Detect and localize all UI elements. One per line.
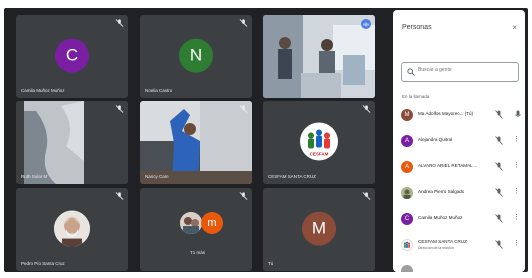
participant-tile[interactable]: CESFAM CESFAM SANTA CRUZ xyxy=(263,101,375,184)
mic-muted-icon[interactable] xyxy=(495,136,503,145)
mic-muted-icon xyxy=(239,105,248,113)
participant-name: CESFAM SANTA CRUZ xyxy=(418,239,467,244)
mic-muted-icon xyxy=(115,105,124,113)
participant-name: Camila Muñoz Muñoz xyxy=(21,88,65,93)
more-options-icon[interactable]: ⋮ xyxy=(513,214,520,221)
avatar: C xyxy=(401,213,413,225)
mic-muted-icon[interactable] xyxy=(495,240,503,249)
participant-name: CESFAM SANTA CRUZ xyxy=(268,174,316,179)
close-icon[interactable]: × xyxy=(512,23,517,32)
group-tile[interactable]: m T1 más xyxy=(140,188,252,271)
participant-name: Alejandra Quitral xyxy=(418,137,453,142)
mic-muted-icon xyxy=(239,19,248,27)
mic-muted-icon xyxy=(115,192,124,200)
more-options-icon[interactable]: ⋮ xyxy=(513,162,520,169)
active-speaker-tile[interactable] xyxy=(263,15,375,98)
more-options-icon[interactable]: ⋮ xyxy=(513,188,520,195)
section-label: En la llamada xyxy=(402,94,430,99)
mic-muted-icon xyxy=(362,192,371,200)
group-photo-avatar xyxy=(180,212,202,234)
search-icon xyxy=(407,68,415,76)
more-options-icon[interactable]: ⋮ xyxy=(513,240,520,247)
mic-muted-icon xyxy=(362,105,371,113)
participant-tile[interactable]: Pedro Pío Santa Cruz xyxy=(16,188,128,271)
camera-video xyxy=(263,15,375,98)
avatar: A xyxy=(401,135,413,147)
participant-row[interactable]: CESFAM SANTA CRUZ Dirección de la reunió… xyxy=(399,236,521,254)
avatar: M xyxy=(401,109,413,121)
participant-row[interactable]: A Alejandra Quitral ⋮ xyxy=(399,132,521,150)
panel-title: Personas xyxy=(402,24,432,31)
participant-name: Noelia Castro xyxy=(145,88,173,93)
mic-muted-icon xyxy=(115,19,124,27)
speaking-indicator-icon xyxy=(361,19,371,29)
participant-name: Andrea Pierro Salgado xyxy=(418,189,465,194)
mic-muted-icon[interactable] xyxy=(495,110,503,119)
participant-tile[interactable]: Ruth Solar M xyxy=(16,101,128,184)
participant-name: ALVARO ARIEL RETAMAL ... xyxy=(418,163,478,168)
participant-row[interactable]: Andrea Pierro Salgado ⋮ xyxy=(399,184,521,202)
mic-muted-icon[interactable] xyxy=(495,214,503,223)
participant-role: Dirección de la reunión xyxy=(418,246,454,250)
participant-tile[interactable]: C Camila Muñoz Muñoz xyxy=(16,15,128,98)
participant-name: Camila Muñoz Muñoz xyxy=(418,215,463,220)
participant-name: Ma Adolfos Mayorec... (Tú) xyxy=(418,111,474,116)
participant-name: T1 más xyxy=(190,250,206,255)
avatar xyxy=(401,265,413,272)
profile-photo xyxy=(54,210,90,247)
participant-row[interactable]: A ALVARO ARIEL RETAMAL ... ⋮ xyxy=(399,158,521,176)
camera-video xyxy=(16,101,128,184)
cesfam-logo-text: CESFAM xyxy=(309,150,329,156)
avatar: A xyxy=(401,161,413,173)
mic-muted-icon[interactable] xyxy=(495,162,503,171)
participant-name: Nancy Cam xyxy=(145,174,169,179)
participant-name: Pedro Pío Santa Cruz xyxy=(21,261,65,266)
participant-row[interactable]: C Camila Muñoz Muñoz ⋮ xyxy=(399,210,521,228)
participant-row[interactable]: M Ma Adolfos Mayorec... (Tú) xyxy=(399,106,521,124)
avatar: C xyxy=(55,38,89,73)
camera-video xyxy=(140,101,252,184)
people-panel: Personas × En la llamada M Ma Adolfos Ma… xyxy=(393,10,525,272)
cesfam-logo: CESFAM xyxy=(300,121,338,160)
participant-tile[interactable]: N Noelia Castro xyxy=(140,15,252,98)
participant-name: Tú xyxy=(268,261,274,266)
mic-muted-icon[interactable] xyxy=(495,188,503,197)
avatar: N xyxy=(179,38,213,73)
avatar: m xyxy=(201,212,223,234)
cesfam-logo-icon xyxy=(401,239,413,251)
mic-muted-icon xyxy=(239,192,248,200)
search-input[interactable] xyxy=(418,67,514,73)
more-options-icon[interactable]: ⋮ xyxy=(513,136,520,143)
avatar: M xyxy=(302,211,336,246)
participant-name: Ruth Solar M xyxy=(21,174,48,179)
search-field[interactable] xyxy=(401,62,519,82)
mic-icon[interactable] xyxy=(515,110,521,119)
participant-tile[interactable]: Nancy Cam xyxy=(140,101,252,184)
avatar xyxy=(401,187,413,199)
self-tile[interactable]: M Tú xyxy=(263,188,375,271)
participant-row[interactable] xyxy=(399,262,521,272)
